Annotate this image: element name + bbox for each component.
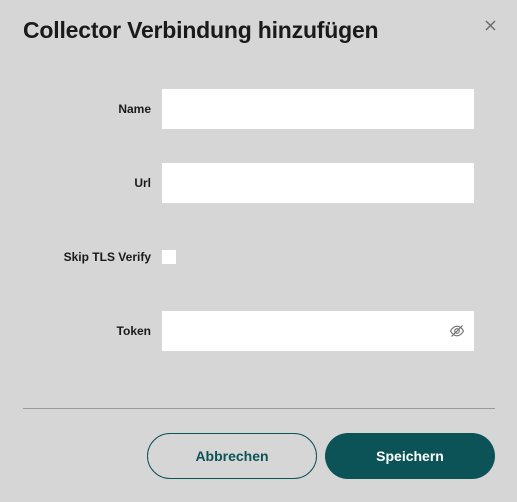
skip-tls-verify-label: Skip TLS Verify [63, 250, 151, 264]
dialog-title: Collector Verbindung hinzufügen [23, 17, 379, 43]
name-label: Name [118, 102, 151, 116]
eye-off-icon[interactable] [449, 324, 465, 338]
url-label: Url [134, 176, 151, 190]
name-input[interactable] [162, 89, 474, 129]
footer-divider [23, 408, 495, 409]
token-label: Token [116, 324, 151, 338]
cancel-button[interactable]: Abbrechen [147, 433, 317, 479]
skip-tls-verify-checkbox[interactable] [162, 250, 176, 264]
close-icon[interactable] [482, 17, 500, 35]
url-input[interactable] [162, 163, 474, 203]
token-field [162, 311, 474, 351]
save-button[interactable]: Speichern [325, 433, 495, 479]
token-input[interactable] [162, 311, 442, 351]
add-collector-connection-dialog: Collector Verbindung hinzufügen Name Url… [0, 0, 517, 502]
